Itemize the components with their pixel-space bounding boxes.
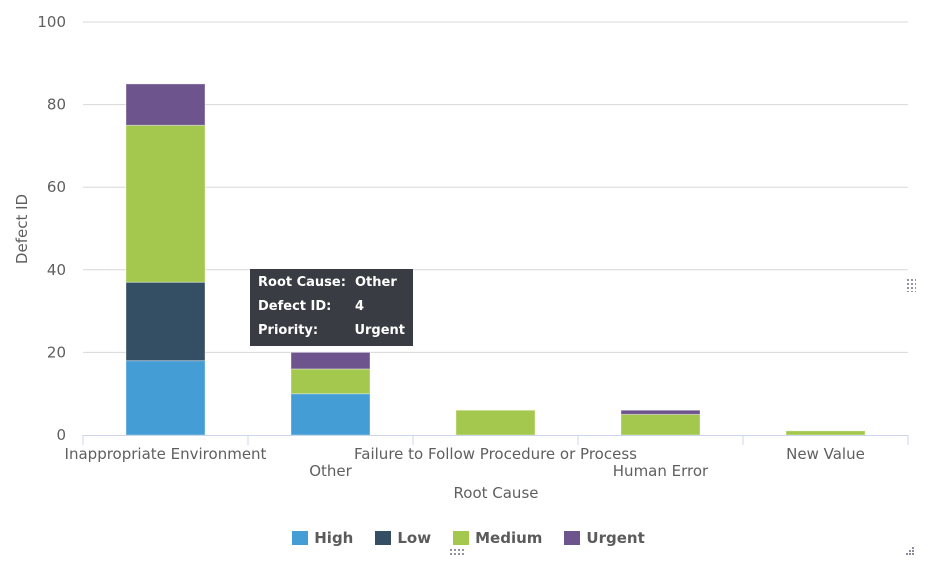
y-tick-label: 20: [47, 343, 66, 361]
tooltip-value: Urgent: [354, 323, 405, 338]
bar-segment-medium: [785, 430, 866, 436]
legend-label: High: [314, 529, 354, 547]
x-tick-label: Failure to Follow Procedure or Process: [354, 445, 637, 463]
bar-segment-medium: [620, 413, 701, 436]
bar-segment-urgent: [290, 351, 371, 370]
legend-item-urgent[interactable]: Urgent: [564, 529, 645, 547]
legend-label: Urgent: [586, 529, 645, 547]
tooltip-value: Other: [355, 275, 397, 290]
legend-item-low[interactable]: Low: [375, 529, 431, 547]
y-tick-label: 40: [47, 261, 66, 279]
tooltip-value: 4: [355, 299, 365, 314]
legend-label: Low: [397, 529, 432, 547]
x-tick-label: Other: [309, 462, 352, 480]
bars: [125, 83, 866, 436]
tooltip-row-priority: Priority: Urgent: [258, 323, 405, 347]
y-tick-label: 100: [37, 13, 66, 31]
x-axis-title: Root Cause: [454, 484, 539, 502]
y-tick-label: 80: [47, 96, 66, 114]
tooltip-key: Priority:: [258, 323, 319, 338]
x-tick-label: Inappropriate Environment: [65, 445, 267, 463]
legend-item-medium[interactable]: Medium: [453, 529, 542, 547]
legend-item-high[interactable]: High: [292, 529, 353, 547]
tooltip: Root Cause: Other Defect ID: 4 Priority:…: [250, 269, 413, 346]
legend-swatch-medium: [453, 531, 470, 545]
tooltip-key: Root Cause:: [258, 275, 346, 290]
tooltip-key: Defect ID:: [258, 299, 332, 314]
bar-segment-low: [125, 281, 206, 362]
x-axis: Inappropriate Environment OtherFailure to…: [65, 435, 909, 480]
stacked-bar-chart: 0 20 40 60 80 100 Inappropriate Environment Ot…: [13, 13, 909, 502]
gridlines: [83, 21, 908, 353]
legend-swatch-low: [375, 531, 392, 545]
x-tick-label: Human Error: [613, 462, 709, 480]
legend-label: Medium: [475, 529, 543, 547]
y-tick-label: 60: [47, 178, 66, 196]
bar-segment-urgent: [620, 409, 701, 415]
tooltip-row-defect-id: Defect ID: 4: [258, 299, 405, 323]
bar-segment-high: [290, 393, 371, 436]
resize-handle-bottom-icon[interactable]: [449, 548, 465, 556]
x-tick-label: New Value: [786, 445, 865, 463]
bar-segment-urgent: [125, 83, 206, 126]
bar-segment-high: [125, 360, 206, 436]
tooltip-row-root-cause: Root Cause: Other: [258, 275, 405, 299]
legend-swatch-high: [292, 531, 309, 545]
legend: High Low Medium Urgent: [0, 529, 937, 547]
y-tick-label: 0: [56, 426, 66, 444]
y-axis-ticks: 0 20 40 60 80 100: [37, 13, 66, 444]
legend-swatch-urgent: [564, 531, 581, 545]
bar-segment-medium: [125, 124, 206, 283]
resize-corner-icon[interactable]: [904, 545, 916, 557]
resize-handle-right-icon[interactable]: [906, 278, 916, 292]
bar-segment-medium: [290, 368, 371, 395]
bar-segment-medium: [455, 409, 536, 436]
y-axis-title: Defect ID: [13, 194, 31, 264]
